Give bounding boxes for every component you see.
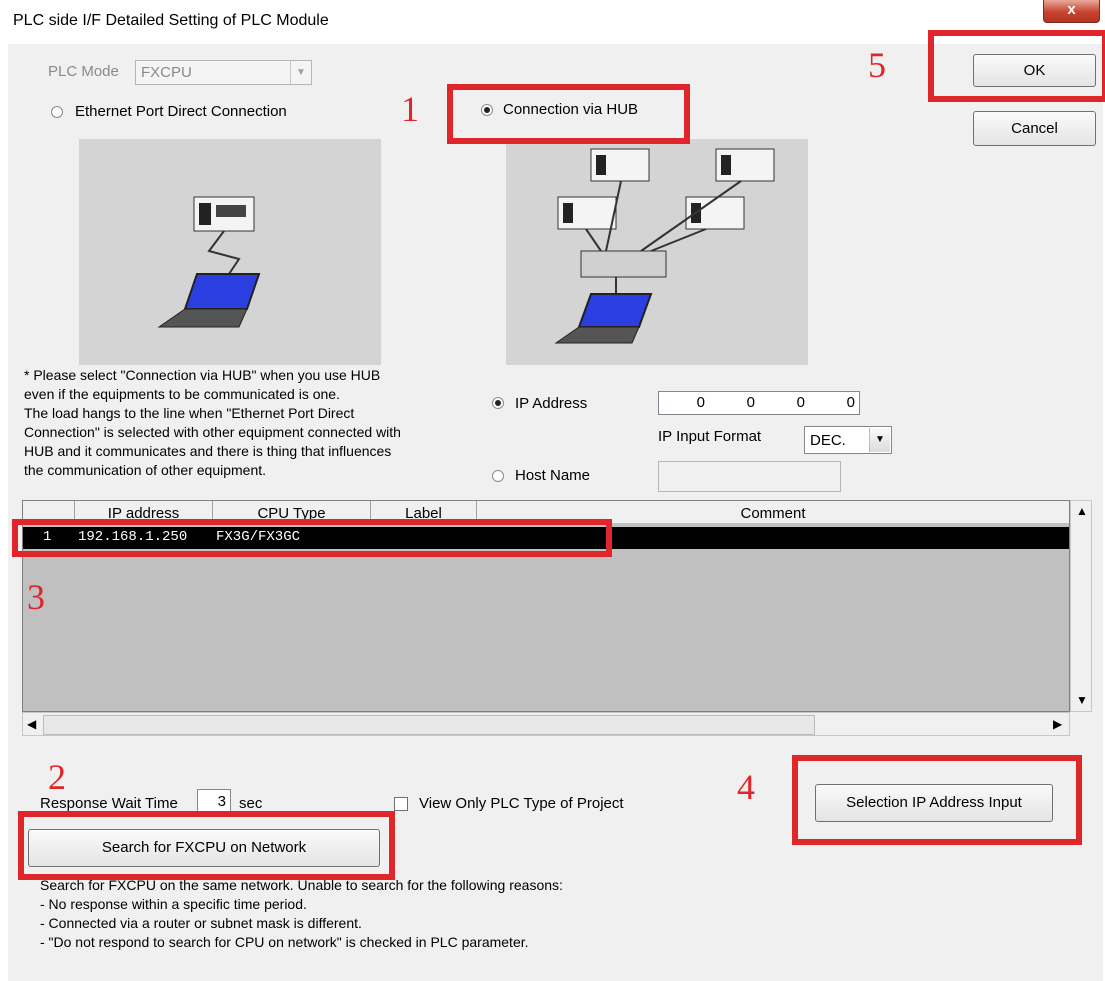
annotation-box-ok xyxy=(928,30,1105,102)
chevron-down-icon: ▼ xyxy=(869,428,890,452)
search-info-line: - No response within a specific time per… xyxy=(40,896,307,912)
scroll-right-icon[interactable]: ▶ xyxy=(1053,717,1062,731)
search-info-line: - Connected via a router or subnet mask … xyxy=(40,915,362,931)
annotation-box-search xyxy=(18,811,395,880)
annotation-box-selection xyxy=(792,755,1082,845)
view-only-label: View Only PLC Type of Project xyxy=(419,795,624,812)
ip-input-format-value: DEC. xyxy=(810,432,846,449)
horizontal-scrollbar[interactable]: ◀ ▶ xyxy=(22,712,1070,736)
response-wait-unit: sec xyxy=(239,795,263,812)
horizontal-scroll-thumb[interactable] xyxy=(43,715,815,735)
plc-mode-select[interactable]: FXCPU ▼ xyxy=(135,60,312,85)
annotation-number: 1 xyxy=(401,89,419,129)
ip-input-format-label: IP Input Format xyxy=(658,428,762,445)
annotation-number: 2 xyxy=(48,757,66,797)
vertical-scrollbar[interactable]: ▲ ▼ xyxy=(1070,500,1092,712)
note-line: even if the equipments to be communicate… xyxy=(24,386,340,402)
scroll-down-icon[interactable]: ▼ xyxy=(1076,693,1088,707)
annotation-number: 5 xyxy=(868,45,886,85)
scroll-left-icon[interactable]: ◀ xyxy=(27,717,36,731)
view-only-checkbox[interactable] xyxy=(394,797,408,811)
scroll-up-icon[interactable]: ▲ xyxy=(1076,504,1088,518)
host-name-radio[interactable] xyxy=(492,470,504,482)
search-info-line: - "Do not respond to search for CPU on n… xyxy=(40,934,529,950)
annotation-number: 4 xyxy=(737,767,755,807)
ip-octet[interactable]: 0 xyxy=(809,394,855,411)
plc-mode-label: PLC Mode xyxy=(48,63,119,80)
host-name-input[interactable] xyxy=(658,461,841,492)
ip-octet[interactable]: 0 xyxy=(759,394,805,411)
annotation-number: 3 xyxy=(27,577,45,617)
ip-octet[interactable]: 0 xyxy=(659,394,705,411)
direct-connection-radio[interactable] xyxy=(51,106,63,118)
hub-connection-illustration xyxy=(554,148,775,344)
ip-octet[interactable]: 0 xyxy=(709,394,755,411)
ip-address-field[interactable]: 0 0 0 0 xyxy=(658,391,860,415)
connection-note: * Please select "Connection via HUB" whe… xyxy=(24,366,401,480)
cancel-button[interactable]: Cancel xyxy=(973,111,1096,146)
note-line: HUB and it communicates and there is thi… xyxy=(24,443,392,459)
close-button[interactable]: x xyxy=(1043,0,1100,23)
annotation-box-hub xyxy=(447,84,690,144)
ip-input-format-select[interactable]: DEC. ▼ xyxy=(804,426,892,454)
direct-connection-label: Ethernet Port Direct Connection xyxy=(75,103,287,120)
ip-address-radio[interactable] xyxy=(492,397,504,409)
direct-connection-diagram xyxy=(79,139,381,365)
annotation-box-row xyxy=(12,519,612,557)
window-title: PLC side I/F Detailed Setting of PLC Mod… xyxy=(13,12,329,29)
search-info: Search for FXCPU on the same network. Un… xyxy=(40,876,563,952)
ip-address-label: IP Address xyxy=(515,395,588,412)
chevron-down-icon: ▼ xyxy=(290,61,311,84)
plc-mode-value: FXCPU xyxy=(141,64,192,81)
note-line: The load hangs to the line when "Etherne… xyxy=(24,405,355,421)
note-line: the communication of other equipment. xyxy=(24,462,267,478)
direct-connection-illustration xyxy=(157,196,261,328)
hub-connection-diagram xyxy=(506,139,808,365)
host-name-label: Host Name xyxy=(515,467,591,484)
note-line: Connection" is selected with other equip… xyxy=(24,424,401,440)
note-line: * Please select "Connection via HUB" whe… xyxy=(24,367,381,383)
